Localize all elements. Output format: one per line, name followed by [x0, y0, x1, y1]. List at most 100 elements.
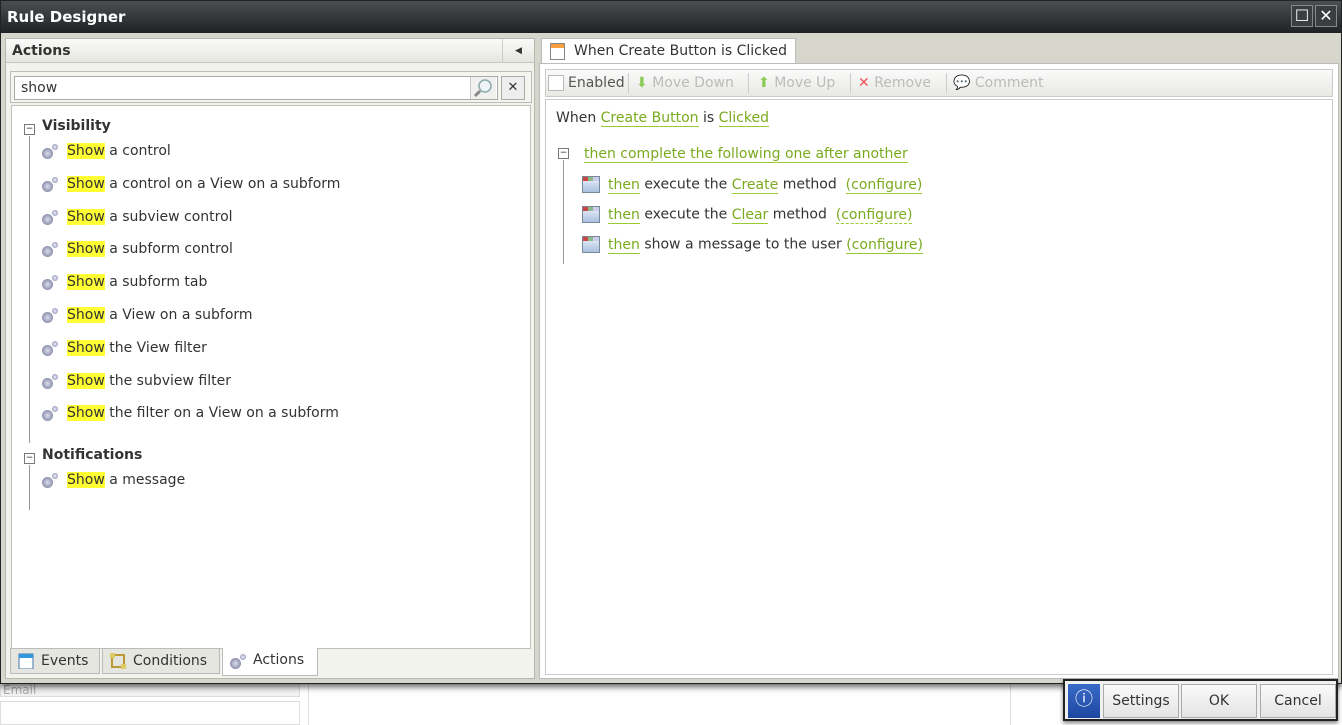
search-icon[interactable] — [470, 77, 496, 99]
action-item[interactable]: Show a subview control — [42, 206, 233, 228]
control-link[interactable]: Create Button — [600, 110, 699, 127]
clear-search-button[interactable]: ✕ — [501, 76, 525, 100]
action-gear-icon — [42, 307, 60, 323]
text: method — [782, 176, 837, 193]
actions-panel: Actions ◀ ✕ − VisibilityShow a controlSh… — [5, 38, 535, 679]
configure-link[interactable]: (configure) — [835, 206, 913, 224]
rule-action: then execute the Clear method (configure… — [582, 206, 913, 224]
action-gear-icon — [42, 209, 60, 225]
rule-action: then execute the Create method (configur… — [582, 176, 923, 194]
tree-line — [29, 136, 30, 444]
match-highlight: Show — [67, 175, 105, 192]
tab-events[interactable]: Events — [10, 648, 100, 674]
enabled-checkbox[interactable]: Enabled — [548, 70, 625, 96]
rule-designer-dialog: Rule Designer ☐ ✕ Actions ◀ ✕ − Visibili… — [0, 0, 1342, 684]
collapse-sequence-icon[interactable]: − — [558, 148, 569, 159]
rule-toolbar: Enabled ⬇ Move Down ⬆ Move Up ✕ Remove 💬… — [545, 69, 1333, 97]
match-highlight: Show — [67, 339, 105, 356]
tab-actions[interactable]: Actions — [222, 648, 318, 676]
action-text: a control — [104, 143, 171, 159]
action-gear-icon — [42, 274, 60, 291]
collapse-panel-button[interactable]: ◀ — [502, 39, 534, 63]
dialog-footer: ⓘ Settings OK Cancel — [1063, 679, 1338, 721]
action-item[interactable]: Show the subview filter — [42, 370, 231, 392]
rule-action: then show a message to the user (configu… — [582, 236, 923, 254]
event-link[interactable]: Clicked — [718, 110, 769, 127]
tab-rule[interactable]: When Create Button is Clicked — [541, 38, 796, 64]
divider — [946, 73, 947, 93]
rule-icon — [550, 43, 565, 60]
divider — [1010, 683, 1011, 725]
sequence-link[interactable]: then complete the following one after an… — [584, 146, 908, 163]
arrow-up-icon: ⬆ — [758, 75, 770, 91]
tree-line — [563, 160, 564, 264]
action-item[interactable]: Show a View on a subform — [42, 304, 253, 326]
match-highlight: Show — [67, 208, 105, 225]
text: show a message to the user — [644, 236, 842, 253]
then-link[interactable]: then — [608, 236, 640, 254]
method-link[interactable]: Create — [731, 176, 779, 194]
tab-label: When Create Button is Clicked — [574, 43, 787, 59]
configure-link[interactable]: (configure) — [845, 176, 923, 194]
action-text: the subview filter — [104, 372, 231, 389]
method-link[interactable]: Clear — [731, 206, 769, 224]
then-link[interactable]: then — [608, 176, 640, 194]
settings-button[interactable]: Settings — [1103, 684, 1179, 718]
action-item[interactable]: Show a subform tab — [42, 271, 207, 293]
action-gear-icon — [42, 143, 60, 159]
checkbox-icon — [548, 75, 564, 91]
tab-label: Actions — [253, 652, 305, 668]
actions-tree: − Visibility Show a control Show a control… — [11, 105, 531, 649]
action-item[interactable]: Show a control — [42, 140, 171, 162]
arrow-down-icon: ⬇ — [636, 75, 648, 91]
sequence-text[interactable]: then complete the following one after an… — [584, 146, 908, 163]
action-item[interactable]: Show a subform control — [42, 238, 233, 260]
action-text: a message — [104, 472, 186, 489]
collapse-group-icon[interactable]: − — [24, 453, 35, 465]
remove-button[interactable]: ✕ Remove — [858, 70, 931, 96]
match-highlight: Show — [67, 472, 105, 489]
action-item[interactable]: Show a message — [42, 469, 185, 491]
comment-button[interactable]: 💬 Comment — [953, 70, 1043, 96]
move-down-button[interactable]: ⬇ Move Down — [636, 70, 734, 96]
match-highlight: Show — [67, 307, 105, 323]
then-link[interactable]: then — [608, 206, 640, 224]
divider — [748, 73, 749, 93]
action-gear-icon — [42, 340, 60, 356]
collapse-group-icon[interactable]: − — [24, 124, 35, 135]
divider — [850, 73, 851, 93]
panel-header: Actions ◀ — [6, 39, 534, 63]
action-item[interactable]: Show the View filter — [42, 337, 207, 359]
rule-panel: When Create Button is Clicked Enabled ⬇ … — [539, 38, 1339, 679]
action-gear-icon — [42, 373, 60, 389]
text: execute the — [644, 176, 728, 193]
action-item[interactable]: Show a control on a View on a subform — [42, 173, 340, 195]
move-up-button[interactable]: ⬆ Move Up — [758, 70, 835, 96]
info-icon[interactable]: ⓘ — [1068, 684, 1100, 718]
action-item[interactable]: Show the filter on a View on a subform — [42, 402, 339, 424]
ok-button[interactable]: OK — [1181, 684, 1257, 718]
divider — [308, 683, 309, 725]
rule-body: Enabled ⬇ Move Down ⬆ Move Up ✕ Remove 💬… — [539, 63, 1339, 679]
maximize-icon[interactable]: ☐ — [1291, 5, 1313, 27]
tab-conditions[interactable]: Conditions — [102, 648, 220, 674]
match-highlight: Show — [67, 274, 105, 291]
action-gear-icon — [42, 472, 60, 489]
rule-condition: When Create Button is Clicked — [556, 110, 769, 127]
action-window-icon — [582, 206, 600, 223]
panel-title: Actions — [12, 43, 71, 59]
configure-link[interactable]: (configure) — [846, 236, 923, 254]
remove-icon: ✕ — [858, 75, 870, 91]
search-input[interactable] — [14, 76, 498, 100]
background-field: Email — [0, 683, 300, 697]
match-highlight: Show — [67, 241, 105, 258]
group-label: Visibility — [42, 118, 111, 134]
close-icon[interactable]: ✕ — [1315, 5, 1337, 27]
rule-canvas: When Create Button is Clicked − then com… — [545, 99, 1333, 675]
tab-label: Conditions — [133, 653, 208, 669]
action-text: a control on a View on a subform — [104, 175, 341, 192]
label: Enabled — [568, 75, 625, 91]
label: Move Down — [652, 75, 734, 91]
action-window-icon — [582, 176, 600, 193]
cancel-button[interactable]: Cancel — [1260, 684, 1336, 718]
